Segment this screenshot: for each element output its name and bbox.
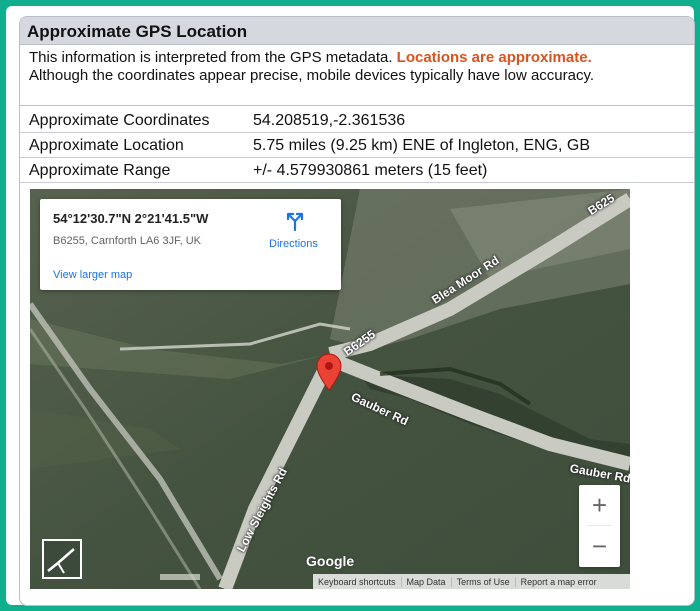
map-view[interactable]: Blea Moor Rd B6255 Gauber Rd Gauber Rd L… xyxy=(30,189,630,589)
terms-of-use-link[interactable]: Terms of Use xyxy=(450,576,515,587)
detail-value: 5.75 miles (9.25 km) ENE of Ingleton, EN… xyxy=(253,137,591,154)
gps-location-panel: Approximate GPS Location This informatio… xyxy=(19,16,695,606)
directions-link[interactable]: Directions xyxy=(269,238,318,250)
intro-sentence-2: Although the coordinates appear precise,… xyxy=(29,67,595,84)
detail-value: 54.208519,-2.361536 xyxy=(253,112,406,129)
approximate-warning: Locations are approximate. xyxy=(396,49,592,66)
directions-icon[interactable] xyxy=(285,211,305,231)
page-container: Approximate GPS Location This informatio… xyxy=(6,6,695,606)
place-info-card: 54°12'30.7"N 2°21'41.5"W B6255, Carnfort… xyxy=(40,199,341,290)
zoom-out-button[interactable]: − xyxy=(579,526,620,566)
google-logo: Google xyxy=(306,553,355,569)
map-footer: Keyboard shortcuts Map Data Terms of Use… xyxy=(313,574,630,589)
zoom-in-button[interactable]: + xyxy=(579,485,620,525)
card-address: B6255, Carnforth LA6 3JF, UK xyxy=(53,235,201,247)
detail-label: Approximate Location xyxy=(29,137,184,154)
intro-text: This information is interpreted from the… xyxy=(20,45,694,85)
map-data-link[interactable]: Map Data xyxy=(400,576,451,587)
intro-sentence: This information is interpreted from the… xyxy=(29,49,393,66)
location-pin-icon[interactable] xyxy=(316,353,342,391)
zoom-control: + − xyxy=(579,485,620,567)
keyboard-shortcuts-link[interactable]: Keyboard shortcuts xyxy=(313,577,401,587)
divider xyxy=(20,105,694,106)
detail-row-coordinates: Approximate Coordinates 54.208519,-2.361… xyxy=(20,108,694,133)
panel-title: Approximate GPS Location xyxy=(20,17,694,45)
map-type-toggle-button[interactable] xyxy=(42,539,82,579)
report-map-error-link[interactable]: Report a map error xyxy=(514,576,602,587)
terrain-thumbnail-icon xyxy=(47,548,75,574)
detail-label: Approximate Coordinates xyxy=(29,112,210,129)
view-larger-map-link[interactable]: View larger map xyxy=(53,269,132,281)
detail-value: +/- 4.579930861 meters (15 feet) xyxy=(253,162,488,179)
detail-row-range: Approximate Range +/- 4.579930861 meters… xyxy=(20,158,694,183)
detail-label: Approximate Range xyxy=(29,162,171,179)
card-coordinates: 54°12'30.7"N 2°21'41.5"W xyxy=(53,211,209,226)
detail-row-location: Approximate Location 5.75 miles (9.25 km… xyxy=(20,133,694,158)
